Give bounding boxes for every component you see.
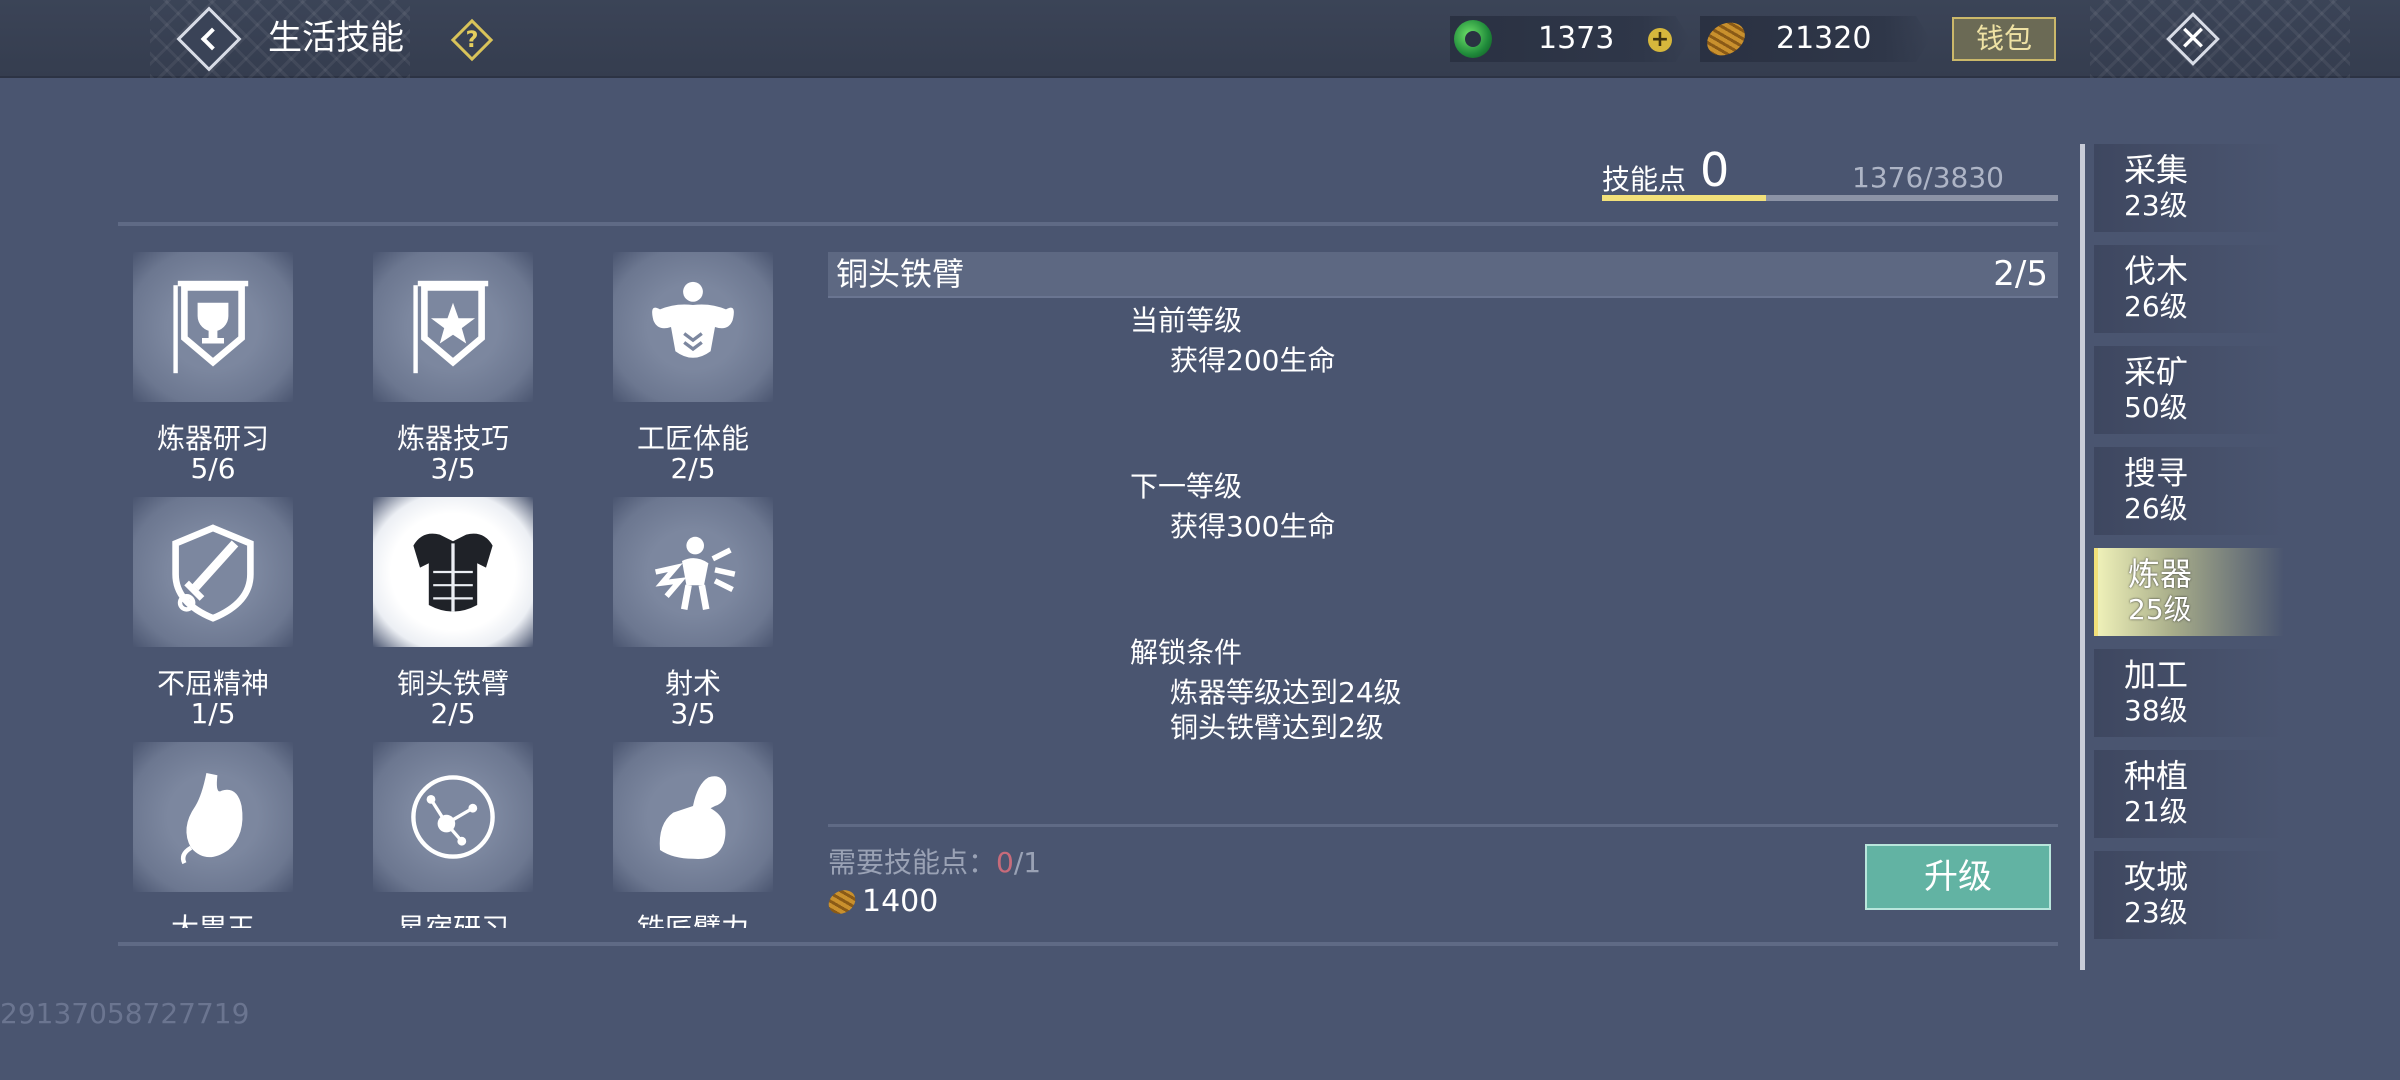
category-name: 种植 [2124,757,2189,795]
upgrade-cost-value: 1400 [862,884,939,919]
unlock-condition-1: 炼器等级达到24级 [1170,676,1402,709]
gold-currency: 21320 [1700,16,1930,62]
gold-amount: 21320 [1776,21,1872,56]
category-name: 炼器 [2128,555,2193,593]
skill-points-progress-text: 1376/3830 [1852,161,2004,194]
unlock-condition-label: 解锁条件 [1130,636,1243,669]
category-name: 伐木 [2124,252,2189,290]
required-total: /1 [1013,846,1042,879]
skill-detail-header: 铜头铁臂 2/5 [828,252,2058,296]
help-question-icon: ? [465,27,479,53]
trophy-banner-icon [133,252,293,402]
shield-sword-icon [133,497,293,647]
category-name: 加工 [2124,656,2189,694]
stomach-icon [133,742,293,892]
upgrade-cost: 1400 [824,884,939,919]
category-name: 攻城 [2124,858,2189,896]
skill-name: 炼器研习 [156,422,269,455]
category-level: 25级 [2128,593,2192,626]
upgrade-button[interactable]: 升级 [1865,844,2051,910]
skill-card[interactable]: 铁匠臂力 [598,722,788,928]
unlock-condition-2: 铜头铁臂达到2级 [1170,711,1384,744]
category-name: 搜寻 [2124,454,2189,492]
jade-icon [1454,20,1492,58]
armor-chest-icon [373,497,533,647]
category-tab-siege[interactable]: 攻城 23级 [2094,851,2284,939]
add-jade-button[interactable]: + [1648,28,1672,52]
muscle-torso-icon [613,252,773,402]
skill-name: 铜头铁臂 [396,667,509,700]
corner-ornament [2090,0,2350,78]
category-tab-logging[interactable]: 伐木 26级 [2094,245,2284,333]
skill-detail-title: 铜头铁臂 [836,255,965,293]
skill-name: 工匠体能 [636,422,749,455]
skill-name: 铁匠臂力 [598,914,788,929]
skill-name: 炼器技巧 [396,422,509,455]
skill-card[interactable]: 铜头铁臂 2/5 [358,477,548,729]
current-level-effect: 获得200生命 [1170,344,1336,377]
skill-name: 射术 [664,667,721,700]
skill-points-progress-fill [1602,195,1767,201]
category-tab-processing[interactable]: 加工 38级 [2094,649,2284,737]
category-tab-search[interactable]: 搜寻 26级 [2094,447,2284,535]
skill-card[interactable]: 炼器研习 5/6 [118,232,308,484]
help-button[interactable]: ? [450,18,494,62]
detail-underline [828,296,2058,298]
star-banner-icon [373,252,533,402]
category-name: 采矿 [2124,353,2189,391]
impact-burst-icon [613,497,773,647]
close-button[interactable]: ✕ [2166,12,2220,66]
top-divider [118,222,2058,226]
gold-coin-icon [824,884,860,919]
skill-name: 大胃王 [118,914,308,929]
skill-points-label: 技能点 [1602,163,1687,196]
page-title: 生活技能 [268,18,404,58]
skill-card[interactable]: 星宿研习 [358,722,548,928]
category-tab-gather[interactable]: 采集 23级 [2094,144,2284,232]
skill-name: 星宿研习 [358,914,548,929]
current-level-label: 当前等级 [1130,304,1243,337]
category-level: 50级 [2124,391,2188,424]
category-level: 23级 [2124,189,2188,222]
category-level: 23级 [2124,896,2188,929]
next-level-effect: 获得300生命 [1170,510,1336,543]
skill-card[interactable]: 射术 3/5 [598,477,788,729]
player-uid: 29137058727719 [0,997,250,1030]
next-level-label: 下一等级 [1130,470,1243,503]
sidebar-rail [2080,144,2085,970]
required-have: 0 [996,846,1014,879]
flexed-arm-icon [613,742,773,892]
skill-grid: 炼器研习 5/6 炼器技巧 3/5 工匠体能 2/5 不屈精神 1/5 铜头铁臂… [118,232,818,928]
category-tab-planting[interactable]: 种植 21级 [2094,750,2284,838]
category-tab-forging[interactable]: 炼器 25级 [2094,548,2284,636]
skill-card[interactable]: 工匠体能 2/5 [598,232,788,484]
constellation-icon [373,742,533,892]
skill-card[interactable]: 不屈精神 1/5 [118,477,308,729]
skill-detail-level: 2/5 [1993,254,2048,294]
category-level: 38级 [2124,694,2188,727]
skill-points-value: 0 [1700,143,1730,197]
required-label: 需要技能点： [828,846,997,879]
jade-amount: 1373 [1538,21,1615,56]
category-level: 21级 [2124,795,2188,828]
category-tab-mining[interactable]: 采矿 50级 [2094,346,2284,434]
gold-coin-icon [1701,16,1751,62]
detail-divider [828,824,2058,827]
category-level: 26级 [2124,290,2188,323]
skill-points-progress-bar [1602,195,2058,201]
skill-card[interactable]: 炼器技巧 3/5 [358,232,548,484]
top-bar: 生活技能 ? 1373 + 21320 钱包 ✕ [0,0,2400,78]
category-name: 采集 [2124,151,2189,189]
skill-card[interactable]: 大胃王 [118,722,308,928]
wallet-button[interactable]: 钱包 [1952,17,2056,61]
skill-name: 不屈精神 [156,667,269,700]
close-icon: ✕ [2178,19,2208,59]
bottom-divider [118,942,2058,946]
back-button[interactable] [176,6,242,72]
required-skill-points: 需要技能点：0/1 [828,841,1041,881]
category-level: 26级 [2124,492,2188,525]
